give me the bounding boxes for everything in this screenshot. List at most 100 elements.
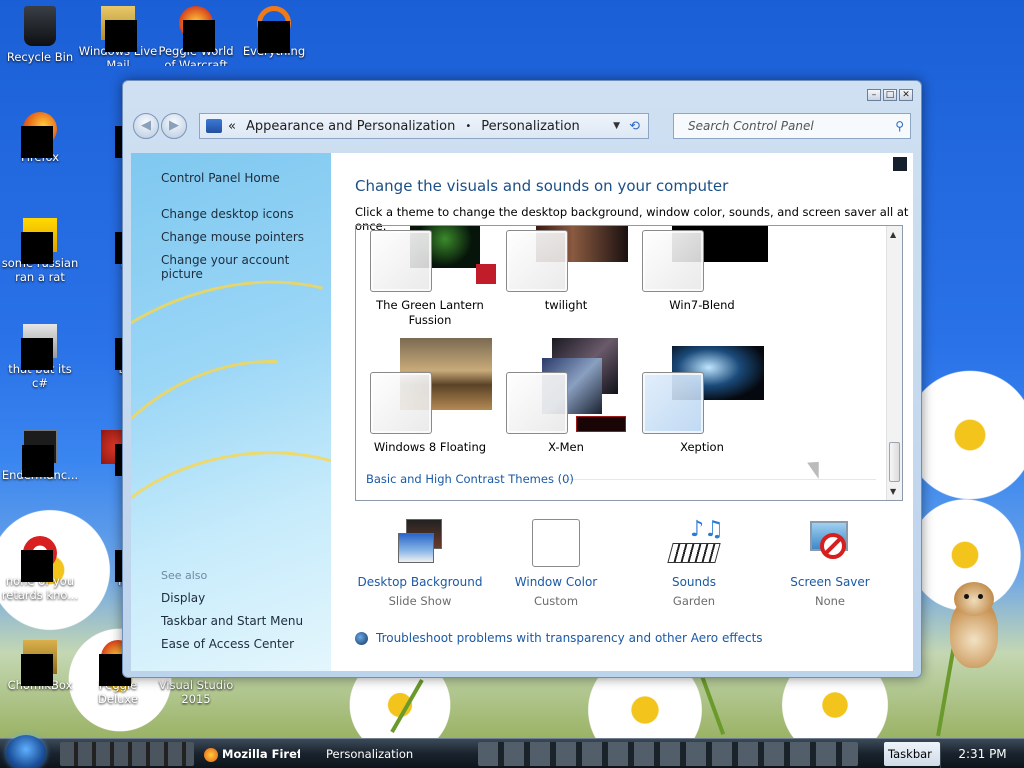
close-button[interactable]: ✕ — [899, 89, 913, 101]
back-button[interactable]: ◀ — [133, 113, 159, 139]
theme-color-swatch — [370, 372, 432, 434]
maximize-button[interactable]: □ — [883, 89, 897, 101]
search-icon[interactable]: ⚲ — [895, 119, 904, 133]
taskbar-item-label: Taskbar — [888, 747, 932, 761]
chevron-down-icon[interactable]: ▼ — [613, 121, 620, 131]
taskbar-item-label: Mozilla Firefox — [222, 747, 300, 761]
control-panel-home-link[interactable]: Control Panel Home — [161, 171, 280, 185]
help-icon[interactable] — [893, 157, 907, 171]
start-button[interactable] — [6, 735, 46, 768]
scroll-down-arrow[interactable]: ▼ — [890, 487, 896, 496]
change-desktop-icons-link[interactable]: Change desktop icons — [161, 207, 294, 221]
theme-x-men[interactable]: X-Men — [506, 338, 636, 454]
desktop-icon-everything[interactable]: Everything — [234, 6, 314, 58]
display-link[interactable]: Display — [161, 591, 205, 605]
desktop-icon-endermanc[interactable]: Endermanc... — [0, 430, 80, 482]
theme-gallery-scrollbar[interactable]: ▲ ▼ — [886, 226, 902, 500]
theme-green-lantern[interactable]: The Green Lantern Fussion — [370, 226, 500, 330]
taskbar-quicklaunch[interactable] — [60, 742, 194, 766]
record-icon — [21, 536, 57, 582]
desktop-icon-chomikbox[interactable]: ChomikBox — [0, 640, 80, 692]
firefox-icon — [21, 112, 57, 158]
search-placeholder: Search Control Panel — [688, 119, 814, 133]
taskbar-item-taskbar[interactable]: Taskbar — [884, 742, 940, 766]
theme-xeption[interactable]: Xeption — [642, 338, 772, 454]
setting-title: Desktop Background — [357, 575, 483, 589]
window-controls: – □ ✕ — [867, 89, 913, 101]
desktop-background-icon — [394, 519, 446, 567]
screen-saver-icon — [804, 519, 856, 567]
basic-high-contrast-themes-link[interactable]: Basic and High Contrast Themes (0) — [366, 472, 574, 486]
setting-title: Window Color — [514, 575, 598, 589]
theme-name: Win7-Blend — [669, 298, 735, 312]
theme-name: twilight — [544, 298, 588, 312]
theme-color-swatch — [506, 372, 568, 434]
setting-value: Custom — [533, 594, 579, 608]
theme-name: The Green Lantern Fussion — [376, 298, 484, 327]
taskbar: Mozilla Firefox Personalization Taskbar … — [0, 735, 1024, 768]
search-magnifier-icon — [257, 6, 291, 53]
desktop-icon-label: Recycle Bin — [6, 50, 74, 64]
theme-preview-image — [576, 416, 626, 432]
setting-title: Screen Saver — [790, 575, 870, 589]
troubleshoot-icon — [355, 631, 368, 645]
desktop-icon-none-of-you[interactable]: none of you retards kno... — [0, 536, 80, 602]
sounds-piano-icon: ♪♫ — [667, 519, 724, 567]
minimize-button[interactable]: – — [867, 89, 881, 101]
ease-of-access-link[interactable]: Ease of Access Center — [161, 637, 294, 651]
breadcrumb-appearance[interactable]: Appearance and Personalization — [246, 119, 455, 134]
change-account-picture-link[interactable]: Change your account picture — [161, 253, 331, 281]
window-color-swatch-icon — [532, 519, 580, 567]
taskbar-window-strip[interactable] — [478, 742, 858, 766]
search-input[interactable]: Search Control Panel ⚲ — [673, 113, 911, 139]
theme-windows8-floating[interactable]: Windows 8 Floating — [370, 338, 500, 454]
hamster-gadget[interactable] — [944, 578, 1004, 678]
sounds-setting[interactable]: ♪♫ Sounds Garden — [629, 519, 759, 608]
desktop-icon-russian-rat[interactable]: some russian ran a rat — [0, 218, 80, 284]
theme-color-swatch — [642, 372, 704, 434]
desktop-icon-windows-live-mail[interactable]: Windows Live Mail — [78, 6, 158, 66]
ie-icon — [21, 218, 57, 264]
file-stack-icon — [21, 324, 57, 370]
desktop-background-setting[interactable]: Desktop Background Slide Show — [355, 519, 485, 608]
desktop-icon-that-but-csharp[interactable]: that but its c# — [0, 324, 80, 390]
left-navigation-pane: Control Panel Home Change desktop icons … — [131, 153, 331, 671]
scrollbar-thumb[interactable] — [889, 442, 900, 482]
troubleshoot-link-text: Troubleshoot problems with transparency … — [376, 631, 763, 645]
setting-value: None — [814, 594, 845, 608]
theme-color-swatch — [642, 230, 704, 292]
recycle-bin-icon — [24, 6, 56, 46]
breadcrumb-personalization[interactable]: Personalization — [481, 119, 580, 134]
mail-icon — [101, 6, 137, 52]
desktop-icon-firefox[interactable]: Firefox — [0, 112, 80, 164]
desktop-icon-label: Visual Studio 2015 — [158, 678, 234, 706]
theme-color-swatch — [370, 230, 432, 292]
system-clock[interactable]: 2:31 PM — [940, 739, 1024, 768]
theme-gallery: The Green Lantern Fussion twilight Win7-… — [355, 225, 903, 501]
setting-title: Sounds — [671, 575, 717, 589]
navigation-bar: ◀ ▶ « Appearance and Personalization • P… — [133, 109, 913, 143]
section-divider — [562, 479, 876, 480]
desktop-icon-peggle-wow[interactable]: Peggle World of Warcraft — [156, 6, 236, 66]
address-overflow-chevron[interactable]: « — [228, 119, 236, 134]
taskbar-start-menu-link[interactable]: Taskbar and Start Menu — [161, 614, 303, 628]
taskbar-item-personalization[interactable]: Personalization — [322, 742, 472, 766]
refresh-icon[interactable]: ⟲ — [629, 119, 640, 134]
theme-win7-blend[interactable]: Win7-Blend — [642, 226, 772, 330]
control-panel-icon — [206, 119, 222, 133]
theme-twilight[interactable]: twilight — [506, 226, 636, 330]
taskbar-item-firefox[interactable]: Mozilla Firefox — [200, 742, 300, 766]
window-color-setting[interactable]: Window Color Custom — [491, 519, 621, 608]
theme-name: X-Men — [548, 440, 584, 454]
firefox-icon — [204, 747, 218, 762]
scroll-up-arrow[interactable]: ▲ — [890, 230, 896, 239]
screen-saver-setting[interactable]: Screen Saver None — [765, 519, 895, 608]
desktop-icon-recycle-bin[interactable]: Recycle Bin — [0, 6, 80, 64]
forward-button[interactable]: ▶ — [161, 113, 187, 139]
box-icon — [21, 640, 57, 686]
content-pane: Change the visuals and sounds on your co… — [331, 153, 913, 671]
personalization-window[interactable]: – □ ✕ ◀ ▶ « Appearance and Personalizati… — [122, 80, 922, 678]
address-bar[interactable]: « Appearance and Personalization • Perso… — [199, 113, 649, 139]
change-mouse-pointers-link[interactable]: Change mouse pointers — [161, 230, 304, 244]
troubleshoot-aero-link[interactable]: Troubleshoot problems with transparency … — [355, 631, 763, 645]
